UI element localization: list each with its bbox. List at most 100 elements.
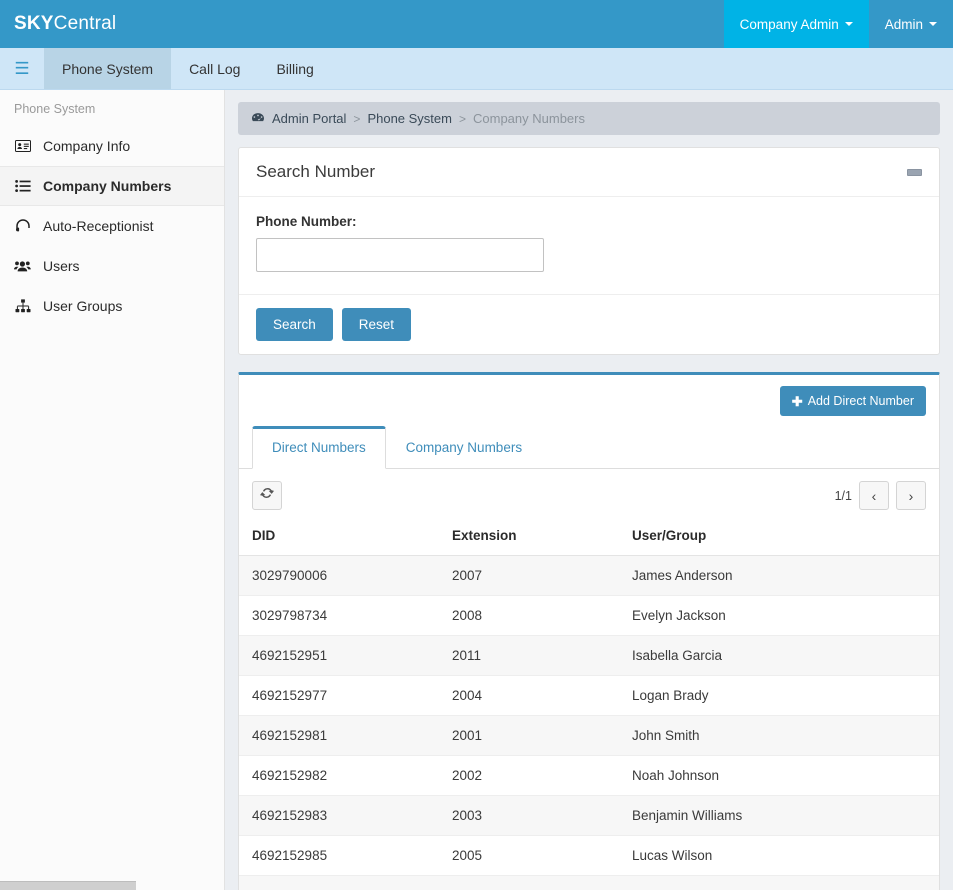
cell-extension: 2008	[439, 595, 619, 636]
sidebar-heading: Phone System	[14, 102, 96, 116]
cell-did: 4692152981	[239, 715, 439, 756]
table-body: 3029790006 2007 James Anderson 302979873…	[239, 555, 939, 890]
chevron-right-icon: ›	[908, 487, 914, 504]
nav-tab-billing[interactable]: Billing	[258, 48, 331, 89]
cell-extension: 2001	[439, 715, 619, 756]
sidebar-item-users[interactable]: Users	[0, 246, 224, 286]
refresh-icon	[260, 486, 274, 505]
tab-company-numbers[interactable]: Company Numbers	[386, 426, 542, 469]
id-card-icon	[14, 138, 31, 154]
cell-user-group: Benjamin Williams	[619, 795, 939, 836]
sidebar-item-label: Company Info	[43, 138, 131, 154]
sidebar-item-label: User Groups	[43, 298, 123, 314]
refresh-button[interactable]	[252, 481, 282, 510]
hamburger-icon: ☰	[14, 59, 30, 78]
card-actions: ✚ Add Direct Number	[239, 375, 939, 426]
nav-tab-call-log[interactable]: Call Log	[171, 48, 258, 89]
cell-extension: 2005	[439, 835, 619, 876]
cell-did: 3029790006	[239, 555, 439, 596]
brand-name-rest: Central	[53, 13, 117, 34]
search-number-panel: Search Number Phone Number: Search Reset	[238, 147, 940, 355]
dashboard-icon	[251, 112, 265, 125]
numbers-tabstrip: Direct Numbers Company Numbers	[239, 426, 939, 469]
main-content: Admin Portal > Phone System > Company Nu…	[225, 90, 953, 890]
table-row[interactable]: 4692152981 2001 John Smith	[239, 715, 939, 756]
table-header-row: DID Extension User/Group	[239, 520, 939, 556]
search-button[interactable]: Search	[256, 308, 333, 341]
cell-user-group: James Anderson	[619, 555, 939, 596]
panel-title: Search Number	[256, 162, 376, 181]
table-row[interactable]: 4692152985 2005 Lucas Wilson	[239, 835, 939, 876]
table-row[interactable]: 3029790006 2007 James Anderson	[239, 555, 939, 596]
page-indicator: 1/1	[834, 488, 852, 503]
cell-extension: 2004	[439, 675, 619, 716]
cell-extension: 2003	[439, 795, 619, 836]
previous-page-button[interactable]: ‹	[859, 481, 889, 510]
cell-user-group: Isabella Garcia	[619, 635, 939, 676]
add-direct-number-label: Add Direct Number	[807, 394, 914, 408]
cell-user-group: Noah Johnson	[619, 755, 939, 796]
chevron-down-icon	[844, 22, 853, 26]
pagination: 1/1 ‹ ›	[835, 481, 926, 510]
chevron-down-icon	[929, 22, 937, 26]
add-direct-number-button[interactable]: ✚ Add Direct Number	[779, 386, 926, 416]
top-bar-spacer	[116, 0, 723, 48]
page-body: Phone System Company Info Company Number…	[0, 90, 953, 890]
cell-did: 4692152977	[239, 675, 439, 716]
cell-user-group: Lucas Wilson	[619, 835, 939, 876]
sidebar-horizontal-scrollbar[interactable]	[0, 881, 136, 890]
cell-did: 4692152982	[239, 755, 439, 796]
company-admin-label: Company Admin	[739, 16, 839, 32]
search-panel-header: Search Number	[239, 148, 939, 197]
top-bar: SKY Central Company Admin Admin	[0, 0, 953, 48]
nav-tab-label: Phone System	[62, 60, 154, 77]
next-page-button[interactable]: ›	[896, 481, 926, 510]
company-admin-dropdown[interactable]: Company Admin	[723, 0, 869, 48]
sidebar-item-company-info[interactable]: Company Info	[0, 126, 224, 166]
breadcrumb-separator: >	[458, 111, 466, 126]
table-row[interactable]: 4692152982 2002 Noah Johnson	[239, 755, 939, 796]
sidebar: Phone System Company Info Company Number…	[0, 90, 225, 890]
breadcrumb-item-phone-system[interactable]: Phone System	[367, 111, 452, 126]
table-row[interactable]: 4692152986 2006 William Taylor	[239, 875, 939, 890]
primary-nav-bar: ☰ Phone System Call Log Billing	[0, 48, 953, 90]
sitemap-icon	[14, 298, 31, 314]
direct-numbers-table: DID Extension User/Group 3029790006 2007…	[239, 520, 939, 890]
breadcrumb-item-admin-portal[interactable]: Admin Portal	[272, 111, 346, 126]
table-row[interactable]: 4692152983 2003 Benjamin Williams	[239, 795, 939, 836]
phone-number-input[interactable]	[256, 238, 544, 272]
nav-tab-label: Billing	[276, 60, 314, 77]
top-bar-menu: Company Admin Admin	[723, 0, 953, 48]
cell-extension: 2006	[439, 875, 619, 890]
tab-label: Direct Numbers	[272, 440, 366, 455]
column-header-extension: Extension	[439, 520, 619, 556]
table-row[interactable]: 3029798734 2008 Evelyn Jackson	[239, 595, 939, 636]
reset-button[interactable]: Reset	[341, 308, 412, 341]
nav-tab-phone-system[interactable]: Phone System	[44, 48, 172, 89]
tab-direct-numbers[interactable]: Direct Numbers	[252, 426, 386, 469]
cell-did: 4692152951	[239, 635, 439, 676]
sidebar-item-company-numbers[interactable]: Company Numbers	[0, 166, 224, 206]
sidebar-toggle-button[interactable]: ☰	[0, 48, 44, 89]
column-header-did: DID	[239, 520, 439, 556]
cell-did: 4692152985	[239, 835, 439, 876]
users-icon	[14, 258, 31, 274]
admin-dropdown[interactable]: Admin	[869, 0, 953, 48]
breadcrumb-separator: >	[353, 111, 361, 126]
cell-extension: 2002	[439, 755, 619, 796]
numbers-card: ✚ Add Direct Number Direct Numbers Compa…	[238, 372, 940, 890]
sidebar-item-auto-receptionist[interactable]: Auto-Receptionist	[0, 206, 224, 246]
table-toolbar: 1/1 ‹ ›	[239, 469, 939, 520]
sidebar-item-user-groups[interactable]: User Groups	[0, 286, 224, 326]
table-row[interactable]: 4692152977 2004 Logan Brady	[239, 675, 939, 716]
minus-icon[interactable]	[907, 168, 922, 176]
nav-tab-label: Call Log	[189, 60, 241, 77]
tab-label: Company Numbers	[405, 440, 523, 455]
table-row[interactable]: 4692152951 2011 Isabella Garcia	[239, 635, 939, 676]
brand-logo[interactable]: SKY Central	[0, 0, 116, 48]
headset-icon	[14, 218, 31, 234]
cell-extension: 2007	[439, 555, 619, 596]
sidebar-item-label: Company Numbers	[43, 178, 172, 194]
cell-did: 4692152983	[239, 795, 439, 836]
search-panel-footer: Search Reset	[239, 294, 939, 354]
